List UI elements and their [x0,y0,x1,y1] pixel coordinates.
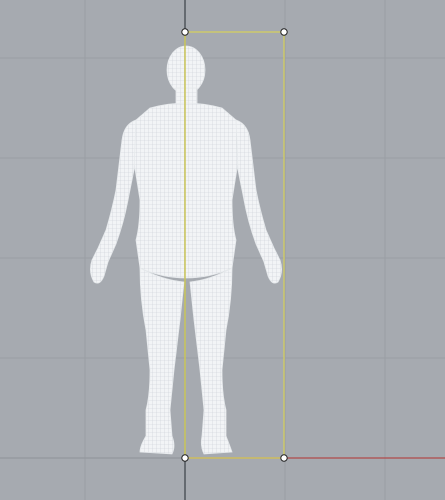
grip-bottom-left[interactable] [181,454,189,462]
grip-top-left[interactable] [181,28,189,36]
mesh-head [166,45,206,95]
viewport-front[interactable] [0,0,445,500]
viewport-canvas[interactable] [0,0,445,500]
mesh-torso [131,102,241,279]
grip-top-right[interactable] [280,28,288,36]
grip-bottom-right[interactable] [280,454,288,462]
